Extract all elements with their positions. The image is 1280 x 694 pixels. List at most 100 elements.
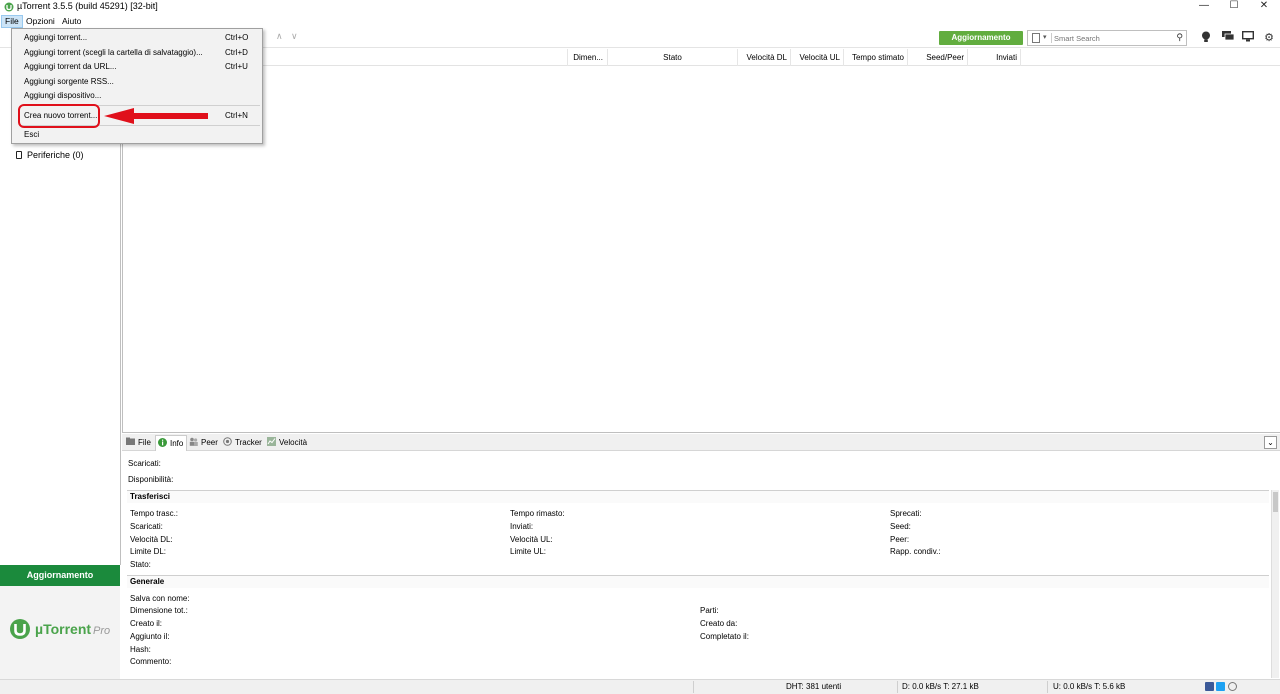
- torrent-list[interactable]: Dimen... Stato Velocità DL Velocità UL T…: [122, 49, 1280, 433]
- folder-icon: [126, 437, 135, 445]
- menu-item-add-torrent[interactable]: Aggiungi torrent...: [24, 33, 87, 42]
- field-label: Tempo trasc.:: [130, 509, 179, 518]
- status-separator: [897, 681, 898, 693]
- field-label: Seed:: [890, 522, 911, 531]
- tab-peer-label: Peer: [201, 438, 218, 447]
- tab-tracker-label: Tracker: [235, 438, 262, 447]
- device-icon: [16, 151, 22, 159]
- smart-search-box[interactable]: ▾ ⚲: [1027, 30, 1187, 46]
- remote-icon[interactable]: [1241, 30, 1255, 45]
- menu-item-add-torrent-url[interactable]: Aggiungi torrent da URL...: [24, 62, 117, 71]
- field-label: Salva con nome:: [130, 594, 190, 603]
- shortcut-label: Ctrl+N: [225, 111, 248, 120]
- web-globe-icon[interactable]: [1228, 682, 1237, 691]
- sidebar-item-label: Periferiche (0): [27, 150, 84, 160]
- field-label: Tempo rimasto:: [510, 509, 565, 518]
- status-dht: DHT: 381 utenti: [786, 682, 842, 691]
- maximize-button[interactable]: ☐: [1219, 0, 1249, 12]
- section-trasferisci: Trasferisci: [127, 490, 1269, 503]
- facebook-icon[interactable]: [1205, 682, 1214, 691]
- window-title: µTorrent 3.5.5 (build 45291) [32-bit]: [17, 1, 158, 11]
- gear-icon[interactable]: ⚙: [1262, 31, 1276, 45]
- info-icon: [158, 438, 167, 447]
- column-size[interactable]: Dimen...: [568, 49, 608, 66]
- collapse-panel-button[interactable]: ⌄: [1264, 436, 1277, 449]
- title-bar: µTorrent 3.5.5 (build 45291) [32-bit] — …: [0, 0, 1280, 14]
- column-eta[interactable]: Tempo stimato: [844, 49, 908, 66]
- menu-file[interactable]: File: [1, 15, 23, 28]
- field-label: Velocità UL:: [510, 535, 553, 544]
- utorrent-app-icon: [4, 2, 14, 12]
- shortcut-label: Ctrl+O: [225, 33, 249, 42]
- move-up-icon[interactable]: ∧: [276, 31, 283, 42]
- menu-item-add-rss[interactable]: Aggiungi sorgente RSS...: [24, 77, 114, 86]
- sidebar-item-periferiche[interactable]: Periferiche (0): [16, 150, 84, 160]
- list-header: Dimen... Stato Velocità DL Velocità UL T…: [123, 49, 1280, 66]
- scrollbar-thumb[interactable]: [1273, 492, 1278, 512]
- utorrent-pro-logo[interactable]: µTorrent Pro: [0, 586, 120, 679]
- close-button[interactable]: ✕: [1249, 0, 1279, 12]
- speed-chart-icon: [267, 437, 276, 446]
- chat-icon[interactable]: [1221, 31, 1235, 45]
- column-status[interactable]: Stato: [608, 49, 738, 66]
- tab-info-label: Info: [170, 439, 184, 448]
- search-provider-icon[interactable]: [1032, 33, 1040, 43]
- section-generale-title: Generale: [130, 577, 165, 586]
- search-input[interactable]: [1054, 32, 1172, 44]
- column-download-speed[interactable]: Velocità DL: [738, 49, 791, 66]
- field-label: Aggiunto il:: [130, 632, 170, 641]
- field-label: Stato:: [130, 560, 151, 569]
- search-icon[interactable]: ⚲: [1176, 32, 1183, 43]
- logo-pro: Pro: [93, 625, 111, 637]
- field-label: Completato il:: [700, 632, 749, 641]
- move-down-icon[interactable]: ∨: [291, 31, 298, 42]
- field-label: Velocità DL:: [130, 535, 173, 544]
- menu-item-add-device[interactable]: Aggiungi dispositivo...: [24, 91, 101, 100]
- menu-opzioni[interactable]: Opzioni: [23, 15, 58, 28]
- tab-info[interactable]: Info: [155, 435, 187, 451]
- section-generale: Generale: [127, 575, 1269, 588]
- logo-name: µTorrent: [35, 621, 92, 637]
- field-label: Scaricati:: [130, 522, 163, 531]
- twitter-icon[interactable]: [1216, 682, 1225, 691]
- field-label: Inviati:: [510, 522, 534, 531]
- status-separator: [693, 681, 694, 693]
- info-scrollbar[interactable]: [1271, 490, 1279, 678]
- tab-tracker[interactable]: Tracker: [223, 436, 265, 450]
- status-bar: DHT: 381 utenti D: 0.0 kB/s T: 27.1 kB U…: [0, 679, 1280, 694]
- menu-item-add-torrent-choose-folder[interactable]: Aggiungi torrent (scegli la cartella di …: [24, 48, 203, 57]
- column-uploaded[interactable]: Inviati: [968, 49, 1021, 66]
- field-label: Peer:: [890, 535, 910, 544]
- field-label: Creato il:: [130, 619, 163, 628]
- field-label: Limite DL:: [130, 547, 167, 556]
- column-upload-speed[interactable]: Velocità UL: [791, 49, 844, 66]
- field-label: Parti:: [700, 606, 719, 615]
- search-separator: [1051, 33, 1052, 43]
- tab-velocita[interactable]: Velocità: [267, 436, 312, 450]
- detail-tabs: File Info Peer Tracker Velocità: [122, 434, 1280, 451]
- field-label: Limite UL:: [510, 547, 547, 556]
- status-upload[interactable]: U: 0.0 kB/s T: 5.6 kB: [1053, 682, 1125, 691]
- lightbulb-icon[interactable]: [1199, 31, 1213, 45]
- sidebar-update-button[interactable]: Aggiornamento: [0, 565, 120, 586]
- status-download[interactable]: D: 0.0 kB/s T: 27.1 kB: [902, 682, 979, 691]
- shortcut-label: Ctrl+U: [225, 62, 248, 71]
- menu-bar: File Opzioni Aiuto: [0, 15, 1280, 28]
- minimize-button[interactable]: —: [1189, 0, 1219, 12]
- field-label: Rapp. condiv.:: [890, 547, 941, 556]
- tab-file-label: File: [138, 438, 151, 447]
- info-disponibilita-label: Disponibilità:: [128, 475, 174, 484]
- menu-aiuto[interactable]: Aiuto: [59, 15, 84, 28]
- menu-item-exit[interactable]: Esci: [24, 130, 39, 139]
- section-trasferisci-title: Trasferisci: [130, 492, 171, 501]
- utorrent-logo-icon: [10, 619, 30, 639]
- tab-peer[interactable]: Peer: [189, 436, 221, 450]
- annotation-arrow-icon: [104, 108, 208, 124]
- tab-velocita-label: Velocità: [279, 438, 308, 447]
- tracker-icon: [223, 437, 232, 446]
- column-seeds-peers[interactable]: Seed/Peer: [908, 49, 968, 66]
- update-button[interactable]: Aggiornamento: [939, 31, 1023, 45]
- tab-file[interactable]: File: [126, 436, 156, 450]
- chevron-down-icon[interactable]: ▾: [1043, 33, 1047, 41]
- field-label: Commento:: [130, 657, 172, 666]
